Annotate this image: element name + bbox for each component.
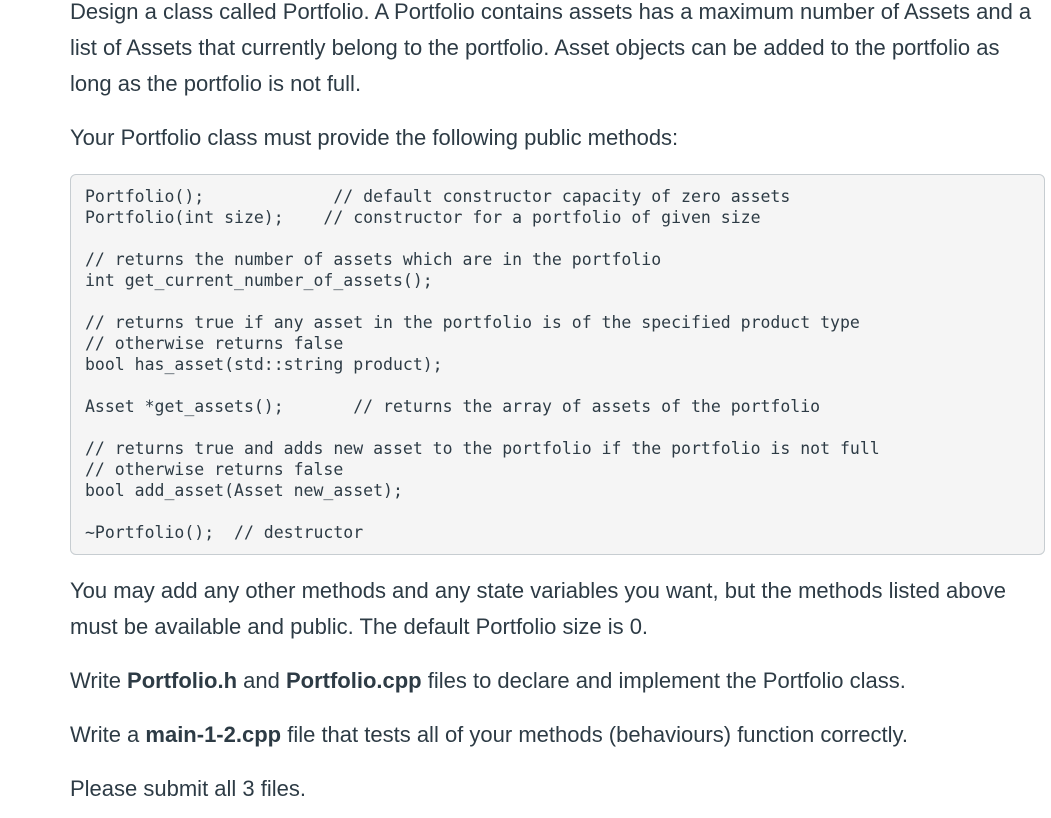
code-group-current-number: // returns the number of assets which ar…	[85, 249, 1030, 291]
file-portfolio-h: Portfolio.h	[127, 668, 238, 693]
code-group-has-asset: // returns true if any asset in the port…	[85, 312, 1030, 375]
file-portfolio-cpp: Portfolio.cpp	[285, 668, 422, 693]
assignment-content: Design a class called Portfolio. A Portf…	[70, 0, 1045, 807]
code-line: // otherwise returns false	[85, 460, 344, 479]
intro-paragraph: Design a class called Portfolio. A Portf…	[70, 0, 1032, 96]
code-group-add-asset: // returns true and adds new asset to th…	[85, 438, 1030, 501]
code-line: bool add_asset(Asset new_asset);	[85, 481, 403, 500]
code-line: Portfolio(int size); // constructor for …	[85, 208, 761, 227]
code-line: // returns true and adds new asset to th…	[85, 439, 880, 458]
code-line: ~Portfolio(); // destructor	[85, 523, 364, 542]
code-listing: Portfolio(); // default constructor capa…	[85, 186, 1030, 543]
code-line: bool has_asset(std::string product);	[85, 355, 443, 374]
write-files-middle: and	[237, 668, 286, 693]
code-line: // otherwise returns false	[85, 334, 344, 353]
write-files-paragraph: Write Portfolio.h and Portfolio.cpp file…	[70, 663, 1045, 699]
write-main-paragraph: Write a main-1-2.cpp file that tests all…	[70, 717, 1045, 753]
write-files-suffix: files to declare and implement the Portf…	[421, 668, 906, 693]
write-main-prefix: Write a	[70, 722, 146, 747]
code-line: int get_current_number_of_assets();	[85, 271, 433, 290]
code-group-get-assets: Asset *get_assets(); // returns the arra…	[85, 396, 1030, 417]
write-files-prefix: Write	[70, 668, 128, 693]
code-line: // returns true if any asset in the port…	[85, 313, 860, 332]
submit-paragraph: Please submit all 3 files.	[70, 776, 306, 801]
code-block: Portfolio(); // default constructor capa…	[70, 174, 1045, 555]
code-line: Portfolio(); // default constructor capa…	[85, 187, 791, 206]
methods-lead-paragraph: Your Portfolio class must provide the fo…	[70, 125, 679, 150]
code-line: // returns the number of assets which ar…	[85, 250, 662, 269]
note-paragraph: You may add any other methods and any st…	[70, 578, 1006, 639]
code-line: Asset *get_assets(); // returns the arra…	[85, 397, 821, 416]
write-main-suffix: file that tests all of your methods (beh…	[281, 722, 908, 747]
code-group-destructor: ~Portfolio(); // destructor	[85, 522, 1030, 543]
code-group-constructors: Portfolio(); // default constructor capa…	[85, 186, 1030, 228]
file-main-cpp: main-1-2.cpp	[145, 722, 282, 747]
